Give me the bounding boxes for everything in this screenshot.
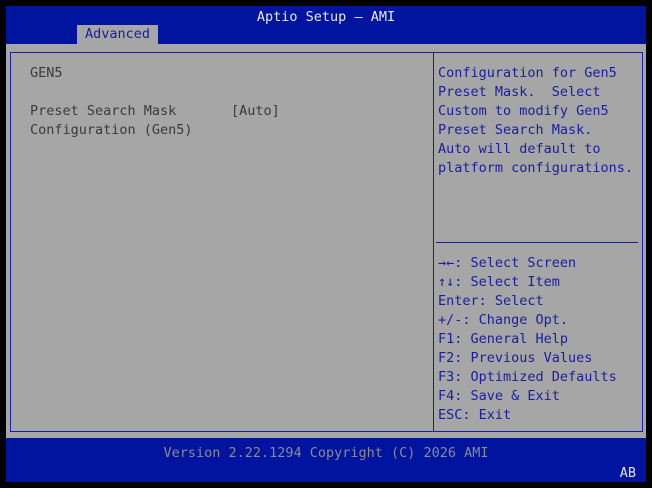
setting-label-line1: Preset Search Mask [30, 103, 177, 119]
key-hint-f4: F4: Save & Exit [438, 388, 560, 404]
key-hint-esc: ESC: Exit [438, 407, 512, 423]
ab-indicator: AB [619, 465, 636, 481]
key-hint-f3: F3: Optimized Defaults [438, 369, 617, 385]
help-line: Configuration for Gen5 [438, 65, 617, 81]
bios-screen: Aptio Setup – AMI Advanced GEN5 Preset S… [0, 0, 652, 488]
help-divider [436, 242, 638, 243]
help-line: Auto will default to [438, 141, 601, 157]
key-hint-select-item: ↑↓: Select Item [438, 274, 560, 290]
help-line: Preset Mask. Select [438, 84, 601, 100]
help-line: Custom to modify Gen5 [438, 103, 609, 119]
setting-label-line2: Configuration (Gen5) [30, 122, 193, 138]
footer-bar: Version 2.22.1294 Copyright (C) 2026 AMI… [6, 438, 646, 482]
help-line: Preset Search Mask. [438, 122, 593, 138]
section-title: GEN5 [30, 65, 63, 81]
setting-value[interactable]: [Auto] [231, 102, 280, 121]
app-title: Aptio Setup – AMI [256, 9, 396, 25]
version-text: Version 2.22.1294 Copyright (C) 2026 AMI [163, 445, 489, 461]
key-hint-enter: Enter: Select [438, 293, 544, 309]
key-hint-f2: F2: Previous Values [438, 350, 593, 366]
key-hint-f1: F1: General Help [438, 331, 569, 347]
tab-advanced[interactable]: Advanced [77, 25, 158, 44]
key-hint-select-screen: →←: Select Screen [438, 255, 577, 271]
help-line: platform configurations. [438, 160, 634, 176]
header-bar: Aptio Setup – AMI Advanced [6, 6, 646, 44]
main-area: GEN5 Preset Search Mask Configuration (G… [6, 44, 646, 438]
key-hint-change-opt: +/-: Change Opt. [438, 312, 569, 328]
